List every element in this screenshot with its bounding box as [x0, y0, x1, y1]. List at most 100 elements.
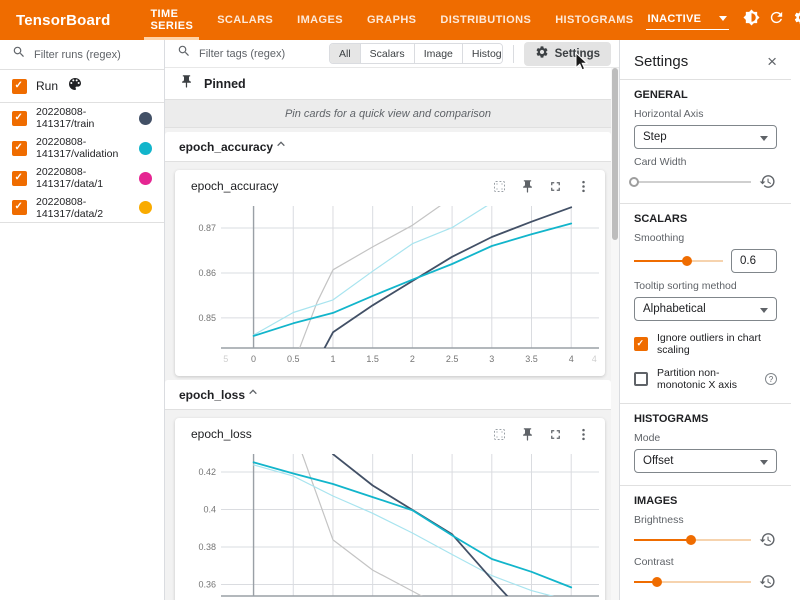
run-row-train[interactable]: 20220808-141317/train: [0, 103, 164, 133]
run-row-validation[interactable]: 20220808-141317/validation: [0, 133, 164, 163]
partition-x-axis-row[interactable]: Partition non-monotonic X axis ?: [634, 367, 777, 391]
tooltip-sorting-label: Tooltip sorting method: [634, 280, 777, 292]
run-checkbox-data2[interactable]: [12, 200, 27, 215]
slider-knob[interactable]: [652, 577, 662, 587]
run-name: 20220808-141317/train: [36, 106, 94, 130]
tag-type-filter-group: All Scalars Image Histogram: [329, 43, 503, 64]
card-actions: [487, 422, 595, 446]
run-checkbox-data1[interactable]: [12, 171, 27, 186]
tab-graphs[interactable]: GRAPHS: [355, 0, 428, 40]
pin-card-button[interactable]: [515, 422, 539, 446]
filter-all-button[interactable]: All: [330, 44, 360, 63]
close-icon[interactable]: ×: [767, 55, 777, 69]
fit-to-data-button[interactable]: [487, 174, 511, 198]
horizontal-axis-label: Horizontal Axis: [634, 108, 777, 120]
section-epoch-accuracy[interactable]: epoch_accuracy: [165, 132, 611, 162]
contrast-label: Contrast: [634, 556, 777, 568]
epoch-accuracy-card: epoch_accuracy 0.870.860.8500.511.522.53…: [175, 170, 605, 376]
settings-section-histograms: HISTOGRAMS Mode Offset: [620, 403, 791, 485]
svg-text:2.5: 2.5: [446, 354, 459, 364]
tab-time-series[interactable]: TIME SERIES: [138, 0, 205, 40]
runs-sidebar: Run 20220808-141317/train 20220808-14131…: [0, 40, 165, 600]
palette-icon: [67, 76, 83, 97]
svg-text:0: 0: [251, 354, 256, 364]
slider-knob[interactable]: [682, 256, 692, 266]
epoch-loss-chart[interactable]: 0.420.40.380.36: [183, 448, 605, 600]
fullscreen-button[interactable]: [543, 174, 567, 198]
tab-histograms[interactable]: HISTOGRAMS: [543, 0, 645, 40]
pinned-label: Pinned: [204, 77, 246, 91]
contrast-row: [634, 573, 777, 591]
run-name: 20220808-141317/data/1: [36, 166, 103, 190]
tab-distributions[interactable]: DISTRIBUTIONS: [428, 0, 543, 40]
gear-icon: [793, 9, 800, 31]
section-header: HISTOGRAMS: [634, 413, 777, 425]
run-checkbox-validation[interactable]: [12, 141, 27, 156]
histogram-mode-select[interactable]: Offset: [634, 449, 777, 473]
tab-images[interactable]: IMAGES: [285, 0, 355, 40]
reload-status-select[interactable]: INACTIVE: [646, 11, 730, 30]
more-options-button[interactable]: [571, 174, 595, 198]
smoothing-label: Smoothing: [634, 232, 777, 244]
settings-panel: Settings × GENERAL Horizontal Axis Step …: [619, 40, 791, 600]
svg-text:0.5: 0.5: [287, 354, 300, 364]
more-options-button[interactable]: [571, 422, 595, 446]
dark-mode-toggle-button[interactable]: [743, 7, 760, 33]
histogram-mode-value: Offset: [643, 455, 673, 467]
fullscreen-button[interactable]: [543, 422, 567, 446]
horizontal-axis-select[interactable]: Step: [634, 125, 777, 149]
chevron-up-icon[interactable]: [273, 136, 289, 157]
global-settings-button[interactable]: [793, 7, 800, 33]
tooltip-sorting-select[interactable]: Alphabetical: [634, 297, 777, 321]
contrast-slider[interactable]: [634, 576, 751, 588]
run-row-data2[interactable]: 20220808-141317/data/2: [0, 193, 164, 223]
settings-button-label: Settings: [555, 48, 600, 60]
smoothing-value-input[interactable]: [731, 249, 777, 273]
filter-histogram-button[interactable]: Histogram: [462, 44, 503, 63]
chevron-up-icon[interactable]: [245, 384, 261, 405]
main-scrollbar: [611, 68, 619, 600]
svg-text:0.87: 0.87: [198, 223, 216, 233]
app-header: TensorBoard TIME SERIES SCALARS IMAGES G…: [0, 0, 800, 40]
run-color-dot: [139, 172, 152, 185]
ignore-outliers-row[interactable]: Ignore outliers in chart scaling: [634, 332, 777, 356]
partition-x-axis-checkbox[interactable]: [634, 372, 648, 386]
fit-to-data-button[interactable]: [487, 422, 511, 446]
reset-icon[interactable]: [759, 531, 777, 549]
epoch-accuracy-chart[interactable]: 0.870.860.8500.511.522.533.5454: [183, 200, 605, 370]
slider-knob[interactable]: [686, 535, 696, 545]
svg-text:2: 2: [410, 354, 415, 364]
card-width-slider[interactable]: [634, 176, 751, 188]
svg-text:4: 4: [569, 354, 574, 364]
run-row-data1[interactable]: 20220808-141317/data/1: [0, 163, 164, 193]
card-actions: [487, 174, 595, 198]
tab-scalars[interactable]: SCALARS: [205, 0, 285, 40]
horizontal-axis-value: Step: [643, 131, 667, 143]
slider-knob[interactable]: [629, 177, 639, 187]
settings-toggle-button[interactable]: Settings: [524, 42, 611, 66]
smoothing-slider[interactable]: [634, 255, 723, 267]
pinned-section-header: Pinned: [165, 68, 611, 100]
settings-header: Settings ×: [620, 40, 791, 79]
svg-text:1: 1: [330, 354, 335, 364]
main-panel: All Scalars Image Histogram Settings Pin…: [165, 40, 619, 600]
brightness-slider[interactable]: [634, 534, 751, 546]
run-color-dot: [139, 142, 152, 155]
run-checkbox-train[interactable]: [12, 111, 27, 126]
scrollbar-thumb[interactable]: [612, 68, 618, 240]
section-epoch-loss[interactable]: epoch_loss: [165, 380, 611, 410]
run-all-checkbox[interactable]: [12, 79, 27, 94]
tags-filter-input[interactable]: [199, 48, 329, 60]
main-nav: TIME SERIES SCALARS IMAGES GRAPHS DISTRI…: [138, 0, 645, 40]
runs-filter-input[interactable]: [34, 49, 152, 61]
pin-card-button[interactable]: [515, 174, 539, 198]
section-header: SCALARS: [634, 213, 777, 225]
reset-icon[interactable]: [759, 173, 777, 191]
settings-section-general: GENERAL Horizontal Axis Step Card Width: [620, 79, 791, 203]
filter-scalars-button[interactable]: Scalars: [360, 44, 414, 63]
help-icon[interactable]: ?: [765, 373, 777, 385]
refresh-button[interactable]: [768, 7, 785, 33]
ignore-outliers-checkbox[interactable]: [634, 337, 648, 351]
reset-icon[interactable]: [759, 573, 777, 591]
filter-image-button[interactable]: Image: [414, 44, 462, 63]
